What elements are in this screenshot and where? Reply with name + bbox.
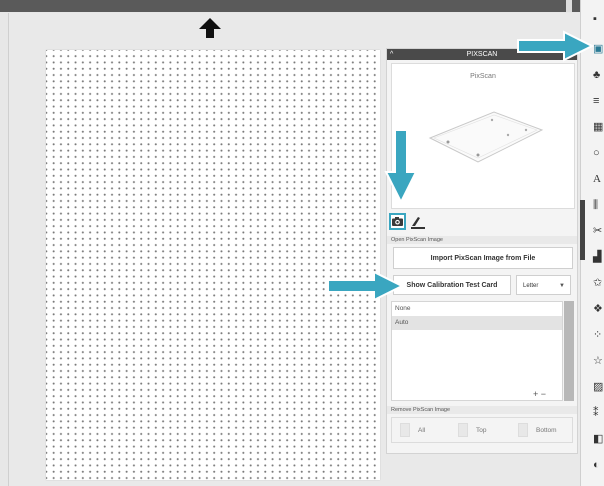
panel-scrollbar[interactable] — [580, 200, 585, 260]
pixscan-tool-row — [389, 213, 429, 231]
up-arrow-icon[interactable] — [197, 16, 223, 40]
star-icon[interactable]: ✩ — [593, 278, 604, 289]
panel-title: PIXSCAN — [466, 51, 498, 58]
circle-icon[interactable]: ○ — [593, 148, 604, 159]
camera-button[interactable] — [389, 213, 406, 230]
remove-all-button[interactable]: All — [400, 422, 425, 440]
list-scrollbar[interactable] — [564, 301, 574, 401]
mat-illustration-icon — [428, 111, 544, 163]
list-add-remove: + − — [531, 389, 549, 399]
remove-top-label: Top — [476, 427, 487, 434]
list-item-none[interactable]: None — [392, 302, 562, 316]
replicate-icon[interactable]: ❖ — [593, 304, 604, 315]
camera-icon — [392, 217, 403, 226]
remove-bottom-label: Bottom — [536, 427, 557, 434]
brush-icon[interactable]: ⁑ — [593, 408, 604, 419]
align-icon[interactable]: ⫼ — [593, 200, 604, 211]
remove-bottom-icon — [518, 423, 528, 438]
remove-all-icon — [400, 423, 410, 438]
remove-options: All Top Bottom — [391, 417, 573, 443]
settings-icon[interactable]: ◐ — [593, 460, 604, 471]
remove-all-label: All — [418, 427, 426, 434]
highlight-arrow-icon — [517, 30, 594, 62]
remove-top-icon — [458, 423, 468, 438]
chart-icon[interactable]: ▟ — [593, 252, 604, 263]
preview-title: PixScan — [470, 73, 496, 80]
pixscan-preview: PixScan — [391, 63, 575, 209]
add-button[interactable]: + — [533, 389, 538, 399]
open-pixscan-label: Open PixScan Image — [387, 236, 577, 244]
remove-top-button[interactable]: Top — [458, 422, 486, 440]
layers-icon[interactable]: ◧ — [593, 434, 604, 445]
chevron-up-icon[interactable]: ^ — [390, 49, 393, 60]
remove-pixscan-label: Remove PixScan Image — [387, 406, 577, 414]
scanner-icon[interactable] — [409, 214, 427, 230]
toolbar-tick — [566, 0, 572, 12]
favorite-icon[interactable]: ☆ — [593, 356, 604, 367]
paper-size-value: Letter — [523, 283, 539, 289]
top-toolbar — [0, 0, 580, 12]
calibration-card-button[interactable]: Show Calibration Test Card — [393, 275, 511, 295]
pixscan-icon[interactable]: ▣ — [593, 44, 604, 55]
highlight-arrow-icon — [327, 270, 404, 302]
list-item-auto[interactable]: Auto — [392, 316, 562, 330]
fill-icon[interactable]: ♣ — [593, 70, 604, 81]
cutting-mat[interactable] — [46, 50, 380, 480]
highlight-arrow-icon — [384, 129, 418, 204]
knife-icon[interactable]: ✂ — [593, 226, 604, 237]
import-pixscan-button[interactable]: Import PixScan Image from File — [393, 247, 573, 269]
sparkle-icon[interactable]: ⁘ — [593, 330, 604, 341]
lines-icon[interactable]: ≡ — [593, 96, 604, 107]
library-icon[interactable]: ▨ — [593, 382, 604, 393]
remove-bottom-button[interactable]: Bottom — [518, 422, 557, 440]
remove-button[interactable]: − — [541, 389, 546, 399]
dropdown-caret-icon: ▼ — [559, 283, 565, 289]
pixscan-image-list[interactable]: None Auto — [391, 301, 563, 401]
pixscan-panel: ^ PIXSCAN PixScan Open PixScan Image Imp… — [386, 48, 578, 454]
image-icon[interactable]: ▦ — [593, 122, 604, 133]
paper-size-select[interactable]: Letter ▼ — [516, 275, 571, 295]
panel-icon[interactable]: ▪ — [593, 14, 604, 25]
text-icon[interactable]: A — [593, 174, 604, 185]
